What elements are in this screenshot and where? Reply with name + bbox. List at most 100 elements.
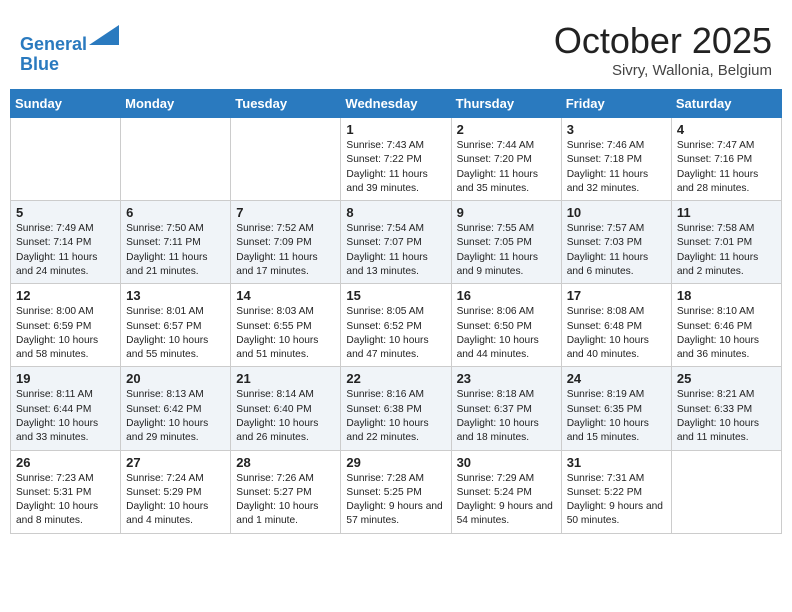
calendar-cell <box>11 118 121 201</box>
day-number: 13 <box>126 288 225 303</box>
day-number: 5 <box>16 205 115 220</box>
calendar-cell: 11 Sunrise: 7:58 AM Sunset: 7:01 PM Dayli… <box>671 201 781 284</box>
day-number: 28 <box>236 455 335 470</box>
cell-info: Sunrise: 7:44 AM Sunset: 7:20 PM Dayligh… <box>457 139 556 196</box>
cell-info: Sunrise: 7:23 AM Sunset: 5:31 PM Dayligh… <box>16 472 115 529</box>
weekday-header-friday: Friday <box>561 90 671 118</box>
cell-info: Sunrise: 8:06 AM Sunset: 6:50 PM Dayligh… <box>457 305 556 362</box>
cell-info: Sunrise: 8:01 AM Sunset: 6:57 PM Dayligh… <box>126 305 225 362</box>
calendar-cell: 31 Sunrise: 7:31 AM Sunset: 5:22 PM Dayli… <box>561 450 671 533</box>
day-number: 31 <box>567 455 666 470</box>
location: Sivry, Wallonia, Belgium <box>554 62 772 79</box>
calendar-cell: 8Sunrise: 7:54 AM Sunset: 7:07 PM Daylig… <box>341 201 451 284</box>
calendar-cell: 9Sunrise: 7:55 AM Sunset: 7:05 PM Daylig… <box>451 201 561 284</box>
cell-info: Sunrise: 8:11 AM Sunset: 6:44 PM Dayligh… <box>16 388 115 445</box>
cell-info: Sunrise: 7:26 AM Sunset: 5:27 PM Dayligh… <box>236 472 335 529</box>
calendar-cell: 24 Sunrise: 8:19 AM Sunset: 6:35 PM Dayli… <box>561 367 671 450</box>
calendar-cell: 15 Sunrise: 8:05 AM Sunset: 6:52 PM Dayli… <box>341 284 451 367</box>
cell-info: Sunrise: 8:16 AM Sunset: 6:38 PM Dayligh… <box>346 388 445 445</box>
calendar-cell: 5 Sunrise: 7:49 AM Sunset: 7:14 PM Daylig… <box>11 201 121 284</box>
calendar-week-2: 5 Sunrise: 7:49 AM Sunset: 7:14 PM Daylig… <box>11 201 782 284</box>
calendar-cell: 18Sunrise: 8:10 AM Sunset: 6:46 PM Dayli… <box>671 284 781 367</box>
day-number: 8 <box>346 205 445 220</box>
calendar-cell: 22 Sunrise: 8:16 AM Sunset: 6:38 PM Dayli… <box>341 367 451 450</box>
cell-info: Sunrise: 8:00 AM Sunset: 6:59 PM Dayligh… <box>16 305 115 362</box>
calendar-cell: 3Sunrise: 7:46 AM Sunset: 7:18 PM Daylig… <box>561 118 671 201</box>
day-number: 22 <box>346 371 445 386</box>
cell-info: Sunrise: 8:18 AM Sunset: 6:37 PM Dayligh… <box>457 388 556 445</box>
day-number: 23 <box>457 371 556 386</box>
calendar-cell: 2 Sunrise: 7:44 AM Sunset: 7:20 PM Daylig… <box>451 118 561 201</box>
day-number: 30 <box>457 455 556 470</box>
weekday-header-thursday: Thursday <box>451 90 561 118</box>
page-header: General Blue October 2025 Sivry, Walloni… <box>10 10 782 84</box>
day-number: 20 <box>126 371 225 386</box>
day-number: 17 <box>567 288 666 303</box>
cell-info: Sunrise: 7:31 AM Sunset: 5:22 PM Dayligh… <box>567 472 666 529</box>
cell-info: Sunrise: 7:50 AM Sunset: 7:11 PM Dayligh… <box>126 222 225 279</box>
calendar-week-5: 26 Sunrise: 7:23 AM Sunset: 5:31 PM Dayli… <box>11 450 782 533</box>
day-number: 26 <box>16 455 115 470</box>
cell-info: Sunrise: 8:14 AM Sunset: 6:40 PM Dayligh… <box>236 388 335 445</box>
day-number: 15 <box>346 288 445 303</box>
day-number: 2 <box>457 122 556 137</box>
month-title: October 2025 <box>554 20 772 62</box>
cell-info: Sunrise: 7:49 AM Sunset: 7:14 PM Dayligh… <box>16 222 115 279</box>
cell-info: Sunrise: 8:19 AM Sunset: 6:35 PM Dayligh… <box>567 388 666 445</box>
calendar-cell: 25Sunrise: 8:21 AM Sunset: 6:33 PM Dayli… <box>671 367 781 450</box>
cell-info: Sunrise: 7:43 AM Sunset: 7:22 PM Dayligh… <box>346 139 445 196</box>
calendar-cell: 10 Sunrise: 7:57 AM Sunset: 7:03 PM Dayli… <box>561 201 671 284</box>
logo-blue: Blue <box>20 54 59 74</box>
calendar-cell: 21 Sunrise: 8:14 AM Sunset: 6:40 PM Dayli… <box>231 367 341 450</box>
calendar-cell <box>671 450 781 533</box>
day-number: 27 <box>126 455 225 470</box>
calendar-cell: 13 Sunrise: 8:01 AM Sunset: 6:57 PM Dayli… <box>121 284 231 367</box>
weekday-header-saturday: Saturday <box>671 90 781 118</box>
calendar-cell: 12Sunrise: 8:00 AM Sunset: 6:59 PM Dayli… <box>11 284 121 367</box>
calendar-body: 1 Sunrise: 7:43 AM Sunset: 7:22 PM Daylig… <box>11 118 782 534</box>
logo-icon <box>89 20 119 50</box>
calendar-cell: 30Sunrise: 7:29 AM Sunset: 5:24 PM Dayli… <box>451 450 561 533</box>
day-number: 4 <box>677 122 776 137</box>
day-number: 6 <box>126 205 225 220</box>
day-number: 1 <box>346 122 445 137</box>
day-number: 18 <box>677 288 776 303</box>
calendar-week-1: 1 Sunrise: 7:43 AM Sunset: 7:22 PM Daylig… <box>11 118 782 201</box>
cell-info: Sunrise: 8:05 AM Sunset: 6:52 PM Dayligh… <box>346 305 445 362</box>
day-number: 25 <box>677 371 776 386</box>
calendar-cell: 6 Sunrise: 7:50 AM Sunset: 7:11 PM Daylig… <box>121 201 231 284</box>
calendar-cell: 4 Sunrise: 7:47 AM Sunset: 7:16 PM Daylig… <box>671 118 781 201</box>
day-number: 19 <box>16 371 115 386</box>
cell-info: Sunrise: 8:03 AM Sunset: 6:55 PM Dayligh… <box>236 305 335 362</box>
calendar-cell: 17 Sunrise: 8:08 AM Sunset: 6:48 PM Dayli… <box>561 284 671 367</box>
day-number: 29 <box>346 455 445 470</box>
weekday-header-monday: Monday <box>121 90 231 118</box>
calendar-cell: 1 Sunrise: 7:43 AM Sunset: 7:22 PM Daylig… <box>341 118 451 201</box>
calendar-cell: 19 Sunrise: 8:11 AM Sunset: 6:44 PM Dayli… <box>11 367 121 450</box>
weekday-header-tuesday: Tuesday <box>231 90 341 118</box>
cell-info: Sunrise: 8:08 AM Sunset: 6:48 PM Dayligh… <box>567 305 666 362</box>
calendar-cell: 29Sunrise: 7:28 AM Sunset: 5:25 PM Dayli… <box>341 450 451 533</box>
day-number: 16 <box>457 288 556 303</box>
logo-general: General <box>20 34 87 54</box>
cell-info: Sunrise: 7:47 AM Sunset: 7:16 PM Dayligh… <box>677 139 776 196</box>
day-number: 11 <box>677 205 776 220</box>
calendar-cell: 27 Sunrise: 7:24 AM Sunset: 5:29 PM Dayli… <box>121 450 231 533</box>
calendar-cell: 23 Sunrise: 8:18 AM Sunset: 6:37 PM Dayli… <box>451 367 561 450</box>
calendar-cell: 20 Sunrise: 8:13 AM Sunset: 6:42 PM Dayli… <box>121 367 231 450</box>
day-number: 9 <box>457 205 556 220</box>
cell-info: Sunrise: 7:24 AM Sunset: 5:29 PM Dayligh… <box>126 472 225 529</box>
cell-info: Sunrise: 7:58 AM Sunset: 7:01 PM Dayligh… <box>677 222 776 279</box>
day-number: 24 <box>567 371 666 386</box>
day-number: 21 <box>236 371 335 386</box>
title-block: October 2025 Sivry, Wallonia, Belgium <box>554 20 772 79</box>
cell-info: Sunrise: 7:57 AM Sunset: 7:03 PM Dayligh… <box>567 222 666 279</box>
calendar-week-4: 19 Sunrise: 8:11 AM Sunset: 6:44 PM Dayli… <box>11 367 782 450</box>
cell-info: Sunrise: 8:13 AM Sunset: 6:42 PM Dayligh… <box>126 388 225 445</box>
weekday-header-row: SundayMondayTuesdayWednesdayThursdayFrid… <box>11 90 782 118</box>
calendar-week-3: 12Sunrise: 8:00 AM Sunset: 6:59 PM Dayli… <box>11 284 782 367</box>
day-number: 10 <box>567 205 666 220</box>
calendar-header: SundayMondayTuesdayWednesdayThursdayFrid… <box>11 90 782 118</box>
day-number: 14 <box>236 288 335 303</box>
cell-info: Sunrise: 7:52 AM Sunset: 7:09 PM Dayligh… <box>236 222 335 279</box>
